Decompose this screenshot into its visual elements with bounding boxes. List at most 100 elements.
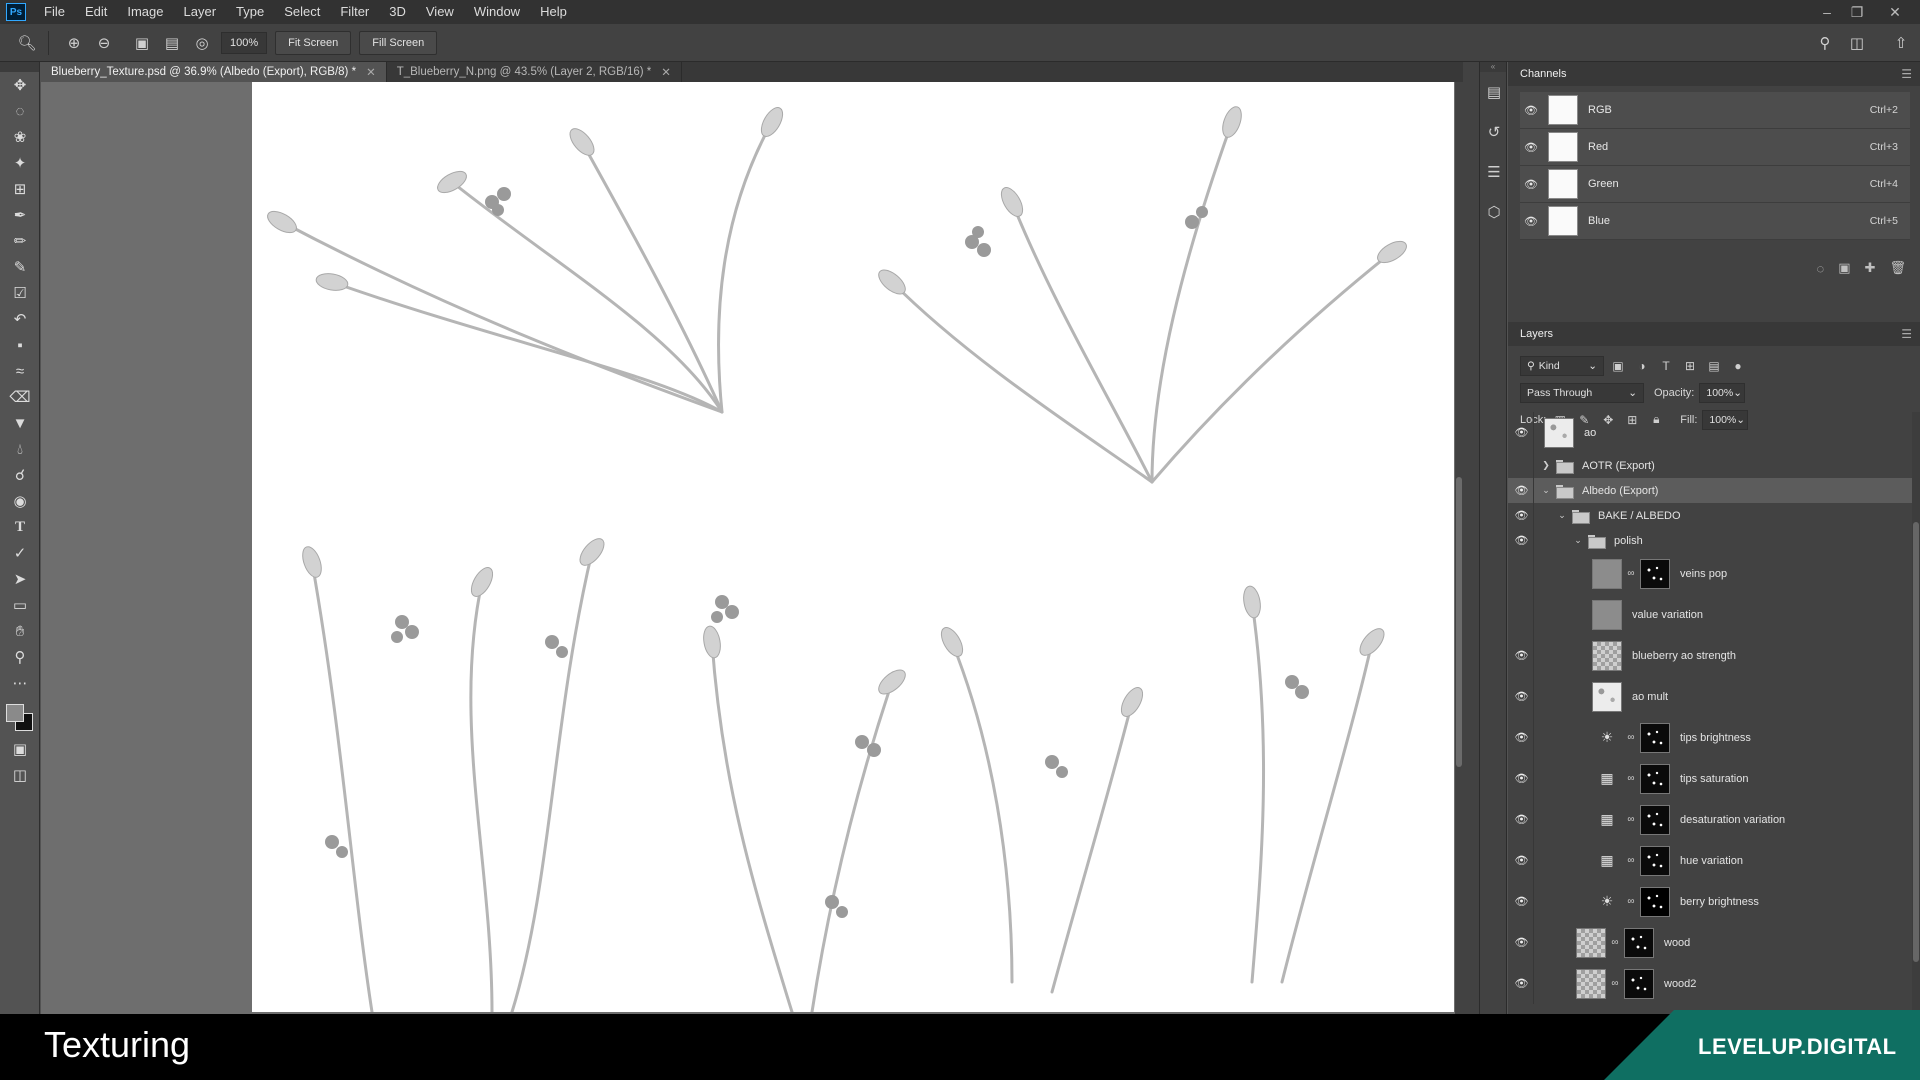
menu-filter[interactable]: Filter: [330, 0, 379, 24]
tools-panel-header[interactable]: [0, 62, 39, 72]
smart-object-filter-icon[interactable]: ▤: [1704, 359, 1724, 373]
search-icon[interactable]: ⚲: [1812, 30, 1838, 56]
menu-image[interactable]: Image: [117, 0, 173, 24]
clone-stamp-tool-icon[interactable]: ☑: [0, 280, 40, 306]
visibility-eye-icon[interactable]: 👁︎: [1520, 178, 1542, 191]
history-icon[interactable]: ↺: [1480, 112, 1508, 152]
filter-toggle-icon[interactable]: ●: [1728, 359, 1748, 373]
marquee-tool-icon[interactable]: ◌: [0, 98, 40, 124]
adjustment-filter-icon[interactable]: ◑: [1632, 359, 1652, 373]
menu-file[interactable]: File: [34, 0, 75, 24]
visibility-eye-icon[interactable]: 👁︎: [1510, 503, 1534, 528]
scrollbar-thumb[interactable]: [1456, 477, 1462, 767]
document-canvas[interactable]: [252, 82, 1454, 1012]
layer-row[interactable]: 👁︎ ao: [1508, 412, 1912, 453]
link-icon[interactable]: ∞: [1626, 773, 1636, 784]
color-swatches[interactable]: [0, 696, 39, 736]
canvas-vertical-scrollbar[interactable]: [1455, 82, 1463, 1014]
layer-mask-thumbnail[interactable]: [1640, 763, 1670, 794]
visibility-eye-icon[interactable]: 👁︎: [1520, 104, 1542, 117]
menu-view[interactable]: View: [416, 0, 464, 24]
visibility-eye-icon[interactable]: 👁︎: [1520, 215, 1542, 228]
zoom-in-icon[interactable]: ⊕: [61, 30, 87, 56]
layers-scrollbar[interactable]: [1912, 412, 1920, 1014]
canvas-area[interactable]: [41, 82, 1455, 1014]
fill-screen-button[interactable]: Fill Screen: [359, 30, 438, 55]
magic-wand-tool-icon[interactable]: ✦: [0, 150, 40, 176]
paint-bucket-tool-icon[interactable]: ▼: [0, 410, 40, 436]
eyedropper-tool-icon[interactable]: ✒: [0, 202, 40, 228]
visibility-eye-icon[interactable]: 👁︎: [1520, 141, 1542, 154]
layer-row[interactable]: 👁︎ ∞ veins pop: [1508, 553, 1912, 594]
layer-row[interactable]: 👁︎ ▦ ∞ tips saturation: [1508, 758, 1912, 799]
save-selection-icon[interactable]: ▣: [1838, 260, 1850, 276]
tab-blueberry-normal[interactable]: T_Blueberry_N.png @ 43.5% (Layer 2, RGB/…: [387, 62, 682, 82]
layer-row[interactable]: 👁︎ value variation: [1508, 594, 1912, 635]
visibility-eye-icon[interactable]: 👁︎: [1510, 922, 1534, 963]
layer-row[interactable]: 👁︎ ao mult: [1508, 676, 1912, 717]
tab-blueberry-texture[interactable]: Blueberry_Texture.psd @ 36.9% (Albedo (E…: [41, 62, 387, 82]
zoom-tool-preset-icon[interactable]: 🔍︎: [14, 30, 40, 56]
new-channel-icon[interactable]: ✚: [1865, 260, 1876, 276]
resize-windows-icon[interactable]: ▣: [129, 30, 155, 56]
menu-layer[interactable]: Layer: [174, 0, 227, 24]
pencil-tool-icon[interactable]: ✎: [0, 254, 40, 280]
layer-row[interactable]: 👁︎ ▦ ∞ desaturation variation: [1508, 799, 1912, 840]
chevron-down-icon[interactable]: ⌄: [1540, 485, 1552, 496]
visibility-eye-icon[interactable]: 👁︎: [1510, 963, 1534, 1004]
menu-window[interactable]: Window: [464, 0, 530, 24]
sponge-tool-icon[interactable]: ◉: [0, 488, 40, 514]
properties-icon[interactable]: ☰: [1480, 152, 1508, 192]
foreground-color-swatch[interactable]: [6, 704, 24, 722]
collapse-icon[interactable]: «: [1480, 62, 1506, 72]
workspace-icon[interactable]: ◫: [1844, 30, 1870, 56]
visibility-toggle-empty[interactable]: 👁︎: [1510, 594, 1534, 635]
share-icon[interactable]: ⇧: [1888, 30, 1914, 56]
visibility-toggle-empty[interactable]: 👁︎: [1510, 553, 1534, 594]
layer-mask-thumbnail[interactable]: [1624, 968, 1654, 999]
quick-mask-icon[interactable]: ▣: [0, 736, 40, 762]
channel-row-rgb[interactable]: 👁︎ RGB Ctrl+2: [1520, 92, 1910, 129]
3d-icon[interactable]: ⬡: [1480, 192, 1508, 232]
visibility-eye-icon[interactable]: 👁︎: [1510, 676, 1534, 717]
type-filter-icon[interactable]: T: [1656, 359, 1676, 373]
zoom-all-windows-icon[interactable]: ▤: [159, 30, 185, 56]
zoom-out-icon[interactable]: ⊖: [91, 30, 117, 56]
hand-tool-icon[interactable]: ✋︎: [0, 618, 40, 644]
layer-mask-thumbnail[interactable]: [1640, 722, 1670, 753]
zoom-percent-field[interactable]: 100%: [221, 31, 268, 54]
menu-help[interactable]: Help: [530, 0, 577, 24]
pen-tool-icon[interactable]: ✓: [0, 540, 40, 566]
channel-row-blue[interactable]: 👁︎ Blue Ctrl+5: [1520, 203, 1910, 240]
fit-screen-button[interactable]: Fit Screen: [275, 30, 352, 55]
layer-row[interactable]: 👁︎ ∞ wood: [1508, 922, 1912, 963]
panel-menu-icon[interactable]: ☰: [1901, 327, 1912, 341]
layer-row[interactable]: 👁︎ ☀ ∞ berry brightness: [1508, 881, 1912, 922]
blend-mode-select[interactable]: Pass Through ⌄: [1520, 382, 1644, 403]
layer-row[interactable]: 👁︎ blueberry ao strength: [1508, 635, 1912, 676]
visibility-eye-icon[interactable]: 👁︎: [1510, 478, 1534, 503]
shape-filter-icon[interactable]: ⊞: [1680, 359, 1700, 373]
scrollbar-thumb[interactable]: [1913, 522, 1919, 962]
opacity-field[interactable]: 100% ⌄: [1699, 382, 1746, 403]
type-tool-icon[interactable]: T: [0, 514, 40, 540]
layer-row[interactable]: 👁︎ ∞ wood2: [1508, 963, 1912, 1004]
layer-group-row[interactable]: 👁︎ ⌄ BAKE / ALBEDO: [1508, 503, 1912, 528]
scrubby-zoom-icon[interactable]: ◎: [189, 30, 215, 56]
move-tool-icon[interactable]: ✥: [0, 72, 40, 98]
layer-row[interactable]: 👁︎ ☀ ∞ tips brightness: [1508, 717, 1912, 758]
layer-mask-thumbnail[interactable]: [1624, 927, 1654, 958]
visibility-eye-icon[interactable]: 👁︎: [1510, 758, 1534, 799]
minimize-icon[interactable]: –: [1812, 0, 1842, 24]
channel-row-green[interactable]: 👁︎ Green Ctrl+4: [1520, 166, 1910, 203]
eraser-tool-icon[interactable]: ⌫: [0, 384, 40, 410]
menu-select[interactable]: Select: [274, 0, 330, 24]
layers-panel-tab[interactable]: Layers ☰: [1508, 322, 1920, 346]
layer-mask-thumbnail[interactable]: [1640, 558, 1670, 589]
link-icon[interactable]: ∞: [1626, 568, 1636, 579]
history-brush-tool-icon[interactable]: ↶: [0, 306, 40, 332]
link-icon[interactable]: ∞: [1626, 814, 1636, 825]
delete-channel-icon[interactable]: 🗑︎: [1889, 260, 1906, 276]
layer-group-row[interactable]: 👁︎ ❯ AOTR (Export): [1508, 453, 1912, 478]
pixel-filter-icon[interactable]: ▣: [1608, 359, 1628, 373]
